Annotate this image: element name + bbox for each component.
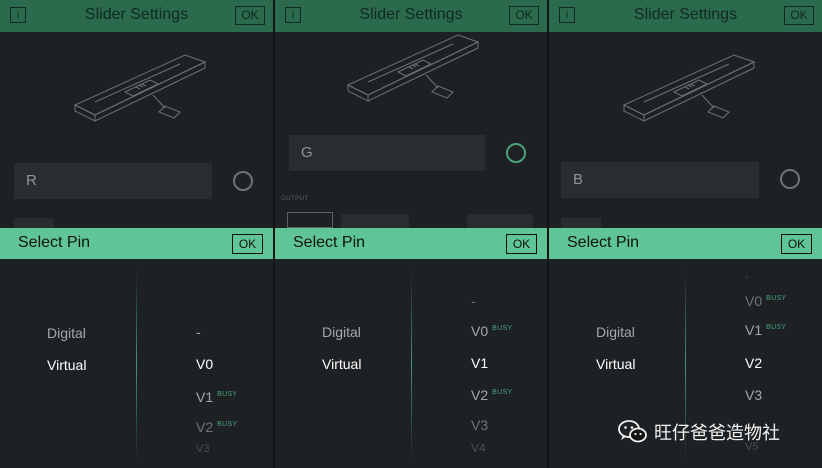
pin-status-circle	[233, 171, 253, 191]
busy-badge: BUSY	[492, 389, 513, 396]
pin-option-v1[interactable]: V1 BUSY	[745, 322, 786, 338]
pin-option-none[interactable]: -	[471, 293, 476, 309]
select-pin-ok-button[interactable]: OK	[232, 234, 263, 254]
page-title: Slider Settings	[84, 6, 189, 23]
select-pin-header: Select Pin OK	[275, 228, 547, 259]
pin-option-none[interactable]: -	[745, 271, 749, 283]
busy-badge: BUSY	[217, 421, 238, 428]
select-pin-ok-button[interactable]: OK	[781, 234, 812, 254]
type-option-virtual[interactable]: Virtual	[322, 356, 361, 372]
busy-badge: BUSY	[217, 391, 238, 398]
pin-option-v0[interactable]: V0	[196, 356, 213, 372]
picker-divider	[136, 271, 137, 459]
pin-option-v0[interactable]: V0 BUSY	[745, 293, 786, 309]
ghost-output-box	[287, 212, 333, 228]
pin-status-circle	[780, 169, 800, 189]
pin-status-circle	[506, 143, 526, 163]
pin-option-v0[interactable]: V0 BUSY	[471, 323, 512, 339]
pin-option-v3[interactable]: V3	[196, 443, 209, 455]
slider-illustration-icon	[73, 54, 207, 122]
select-pin-title: Select Pin	[18, 234, 91, 251]
ghost-output-field	[341, 214, 409, 228]
busy-badge: BUSY	[766, 324, 787, 331]
select-pin-sheet: Digital Virtual - V0 BUSY V1 V2 BUSY V3 V4	[275, 259, 547, 468]
watermark-text: 旺仔爸爸造物社	[654, 423, 780, 444]
panel-b: i Slider Settings OK B Select Pin OK Dig…	[549, 0, 822, 468]
select-pin-title: Select Pin	[293, 234, 366, 251]
page-title: Slider Settings	[633, 6, 738, 23]
watermark: 旺仔爸爸造物社	[618, 418, 780, 446]
pin-option-v2[interactable]: V2	[745, 355, 762, 371]
pin-option-none[interactable]: -	[196, 324, 201, 340]
busy-badge: BUSY	[492, 325, 513, 332]
slider-settings-header: i Slider Settings OK	[0, 0, 273, 32]
pin-option-v3[interactable]: V3	[471, 417, 488, 433]
slider-settings-header: i Slider Settings OK	[549, 0, 822, 32]
ghost-output-field	[14, 218, 54, 228]
type-option-digital[interactable]: Digital	[47, 325, 86, 341]
ghost-output-field	[467, 214, 533, 228]
select-pin-title: Select Pin	[567, 234, 640, 251]
settings-ok-button[interactable]: OK	[509, 6, 539, 25]
select-pin-ok-button[interactable]: OK	[506, 234, 537, 254]
select-pin-header: Select Pin OK	[549, 228, 822, 259]
pin-field-b[interactable]: B	[561, 162, 759, 198]
pin-option-v4[interactable]: V4	[471, 441, 486, 455]
pin-option-v2[interactable]: V2 BUSY	[471, 387, 512, 403]
output-label: OUTPUT	[281, 196, 309, 202]
type-option-digital[interactable]: Digital	[322, 324, 361, 340]
slider-illustration-icon	[622, 54, 756, 122]
busy-badge: BUSY	[766, 295, 787, 302]
pin-option-v2[interactable]: V2 BUSY	[196, 419, 237, 435]
pin-field-g[interactable]: G	[289, 135, 485, 171]
settings-ok-button[interactable]: OK	[784, 6, 814, 25]
picker-divider	[411, 271, 412, 459]
select-pin-header: Select Pin OK	[0, 228, 273, 259]
ghost-output-field	[561, 218, 601, 228]
panel-r: i Slider Settings OK R Select Pin OK Dig…	[0, 0, 273, 468]
pin-option-v3[interactable]: V3	[745, 387, 762, 403]
type-option-virtual[interactable]: Virtual	[596, 356, 635, 372]
pin-option-v1[interactable]: V1	[471, 355, 488, 371]
pin-option-v1[interactable]: V1 BUSY	[196, 389, 237, 405]
type-option-virtual[interactable]: Virtual	[47, 357, 86, 373]
slider-illustration-icon	[346, 34, 480, 102]
settings-ok-button[interactable]: OK	[235, 6, 265, 25]
select-pin-sheet: Digital Virtual - V0 V1 BUSY V2 BUSY V3	[0, 259, 273, 468]
type-option-digital[interactable]: Digital	[596, 324, 635, 340]
wechat-icon	[618, 420, 647, 443]
pin-field-r[interactable]: R	[14, 163, 212, 199]
panel-g: i Slider Settings OK G OUTPUT Select Pin…	[275, 0, 547, 468]
